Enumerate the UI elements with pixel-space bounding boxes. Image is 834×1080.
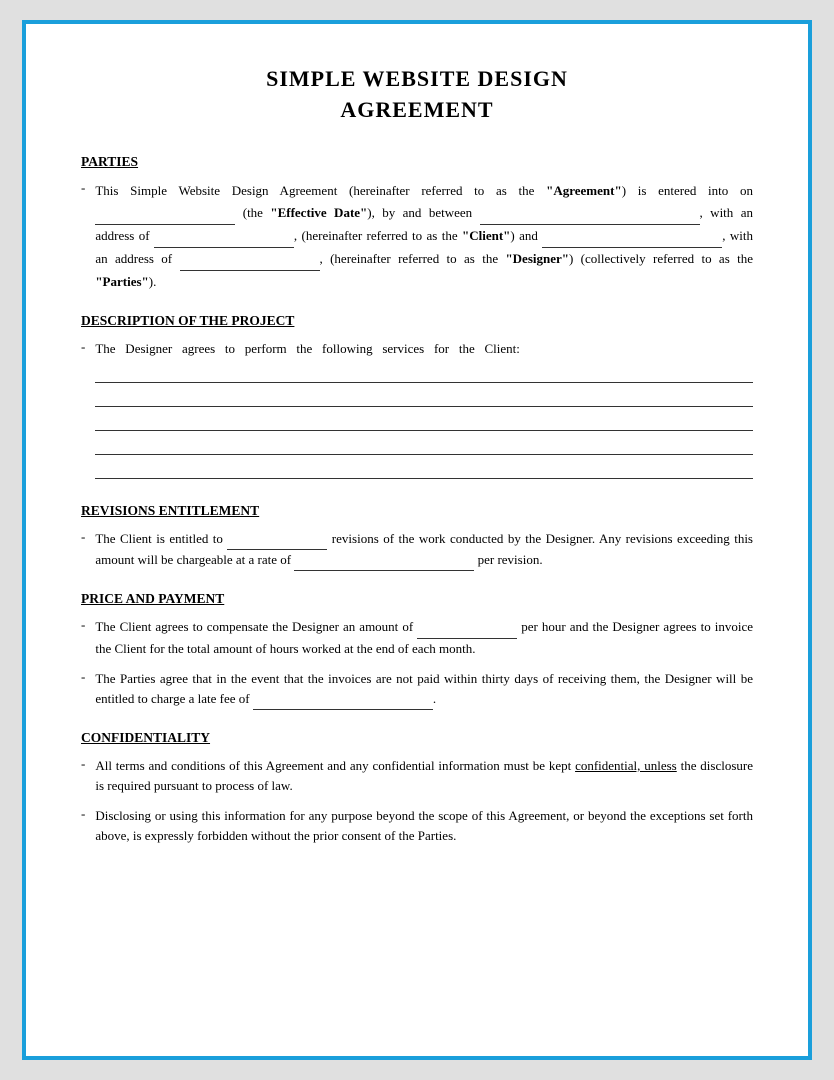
bullet-dash-description: - [81, 339, 85, 483]
revisions-heading: REVISIONS ENTITLEMENT [81, 503, 753, 519]
bullet-dash-revisions: - [81, 529, 85, 571]
service-line-4 [95, 435, 753, 455]
description-content: The Designer agrees to perform the follo… [95, 339, 753, 483]
description-bullet: - The Designer agrees to perform the fol… [81, 339, 753, 483]
parties-text: This Simple Website Design Agreement (he… [95, 180, 753, 293]
confidentiality-heading: CONFIDENTIALITY [81, 730, 753, 746]
price-bullet-1: - The Client agrees to compensate the De… [81, 617, 753, 658]
price-bullet-2: - The Parties agree that in the event th… [81, 669, 753, 710]
service-line-5 [95, 459, 753, 479]
confidentiality-text-1: All terms and conditions of this Agreeme… [95, 756, 753, 796]
party1-address-blank [154, 225, 294, 248]
title-line1: SIMPLE WEBSITE DESIGN [81, 64, 753, 95]
price-amount-blank [417, 617, 517, 638]
service-line-3 [95, 411, 753, 431]
revisions-text: The Client is entitled to revisions of t… [95, 529, 753, 571]
parties-bullet: - This Simple Website Design Agreement (… [81, 180, 753, 293]
price-text-2: The Parties agree that in the event that… [95, 669, 753, 710]
effective-date-blank [95, 202, 235, 225]
price-heading: PRICE AND PAYMENT [81, 591, 753, 607]
description-text: The Designer agrees to perform the follo… [95, 341, 520, 356]
bullet-dash-price2: - [81, 669, 85, 710]
party1-name-blank [480, 202, 700, 225]
party2-address-blank [180, 248, 320, 271]
confidentiality-text-2: Disclosing or using this information for… [95, 806, 753, 846]
late-fee-blank [253, 689, 433, 710]
service-lines-block [95, 363, 753, 479]
revisions-rate-blank [294, 550, 474, 571]
price-text-1: The Client agrees to compensate the Desi… [95, 617, 753, 658]
agreement-label: "Agreement" [546, 183, 622, 198]
bullet-dash-price1: - [81, 617, 85, 658]
party2-name-blank [542, 225, 722, 248]
confidentiality-bullet-1: - All terms and conditions of this Agree… [81, 756, 753, 796]
document-page: SIMPLE WEBSITE DESIGN AGREEMENT PARTIES … [22, 20, 812, 1060]
service-line-1 [95, 363, 753, 383]
revisions-bullet: - The Client is entitled to revisions of… [81, 529, 753, 571]
confidential-unless: confidential, unless [575, 758, 677, 773]
client-label: "Client" [462, 228, 510, 243]
effective-date-label: "Effective Date" [270, 205, 367, 220]
bullet-dash-conf2: - [81, 806, 85, 846]
title-line2: AGREEMENT [81, 95, 753, 126]
parties-label: "Parties" [95, 274, 148, 289]
bullet-dash-conf1: - [81, 756, 85, 796]
service-line-2 [95, 387, 753, 407]
document-title: SIMPLE WEBSITE DESIGN AGREEMENT [81, 64, 753, 126]
confidentiality-bullet-2: - Disclosing or using this information f… [81, 806, 753, 846]
parties-heading: PARTIES [81, 154, 753, 170]
bullet-dash-parties: - [81, 180, 85, 293]
description-heading: DESCRIPTION OF THE PROJECT [81, 313, 753, 329]
designer-label: "Designer" [505, 251, 569, 266]
revisions-number-blank [227, 529, 327, 550]
